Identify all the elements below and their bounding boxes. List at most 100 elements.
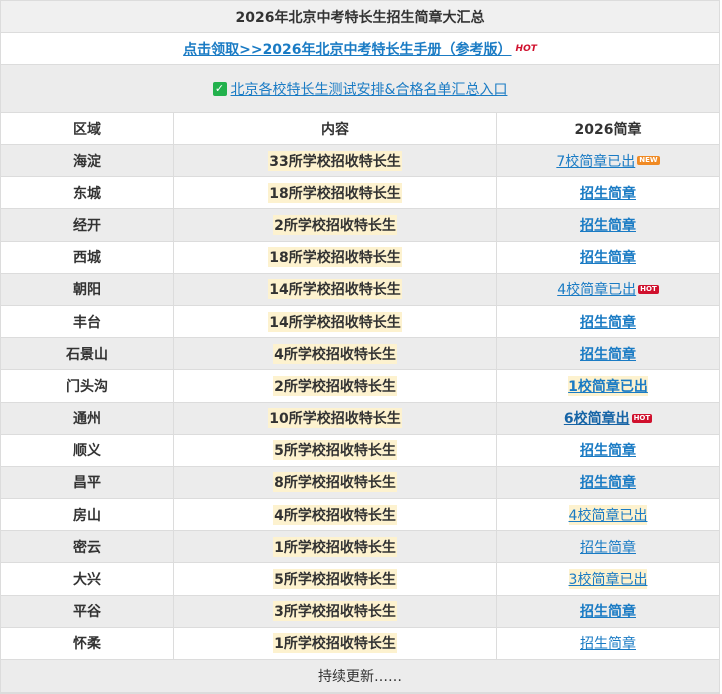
content-text: 18所学校招收特长生 — [268, 247, 402, 268]
test-schedule-entry-link[interactable]: 北京各校特长生测试安排&合格名单汇总入口 — [231, 79, 508, 99]
brochure-link[interactable]: 3校简章已出 — [568, 569, 648, 590]
header-content: 内容 — [174, 113, 497, 144]
brochure-cell: 招生简章 — [497, 209, 719, 240]
table-row: 通州 10所学校招收特长生 6校简章出 HOT — [1, 402, 719, 435]
brochure-cell: 3校简章已出 — [497, 563, 719, 594]
region-cell: 石景山 — [1, 338, 174, 370]
entry-row: ✓ 北京各校特长生测试安排&合格名单汇总入口 — [1, 65, 719, 113]
table-row: 昌平 8所学校招收特长生 招生简章 — [1, 466, 719, 500]
footer-text: 持续更新…… — [318, 669, 402, 685]
brochure-link[interactable]: 招生简章 — [580, 183, 636, 203]
check-square-icon: ✓ — [212, 81, 227, 96]
content-cell: 2所学校招收特长生 — [174, 209, 497, 241]
table-row: 平谷 3所学校招收特长生 招生简章 — [1, 595, 719, 628]
brochure-summary-table: 2026年北京中考特长生招生简章大汇总 点击领取>>2026年北京中考特长生手册… — [0, 0, 720, 694]
content-text: 14所学校招收特长生 — [268, 311, 402, 332]
header-region: 区域 — [1, 113, 174, 144]
content-cell: 3所学校招收特长生 — [174, 595, 497, 627]
table-header: 区域 内容 2026简章 — [1, 113, 719, 145]
content-text: 4所学校招收特长生 — [273, 504, 397, 525]
region-cell: 丰台 — [1, 305, 174, 338]
handbook-link[interactable]: 点击领取>>2026年北京中考特长生手册（参考版） — [183, 39, 511, 59]
footer: 持续更新…… — [1, 660, 719, 693]
table-row: 东城 18所学校招收特长生 招生简章 — [1, 177, 719, 210]
region-cell: 房山 — [1, 499, 174, 531]
content-text: 8所学校招收特长生 — [273, 472, 397, 493]
brochure-cell: 7校简章已出 NEW — [497, 145, 719, 176]
table-row: 海淀 33所学校招收特长生 7校简章已出 NEW — [1, 145, 719, 178]
region-cell: 经开 — [1, 209, 174, 241]
content-text: 2所学校招收特长生 — [273, 375, 397, 396]
page-title-text: 2026年北京中考特长生招生简章大汇总 — [235, 9, 485, 26]
table-row: 怀柔 1所学校招收特长生 招生简章 — [1, 627, 719, 660]
content-cell: 4所学校招收特长生 — [174, 338, 497, 370]
content-cell: 14所学校招收特长生 — [174, 305, 497, 338]
header-brochure: 2026简章 — [574, 121, 642, 138]
brochure-cell: 招生简章 — [497, 467, 719, 498]
region-cell: 昌平 — [1, 466, 174, 499]
brochure-cell: 1校简章已出 — [497, 370, 719, 401]
content-cell: 14所学校招收特长生 — [174, 273, 497, 305]
content-cell: 5所学校招收特长生 — [174, 434, 497, 466]
content-cell: 1所学校招收特长生 — [174, 627, 497, 659]
content-cell: 33所学校招收特长生 — [174, 145, 497, 177]
brochure-cell: 6校简章出 HOT — [497, 403, 719, 434]
brochure-link[interactable]: 招生简章 — [580, 344, 636, 364]
content-text: 5所学校招收特长生 — [273, 440, 397, 461]
content-text: 1所学校招收特长生 — [273, 536, 397, 557]
brochure-link[interactable]: 7校简章已出 — [556, 151, 635, 171]
table-row: 朝阳 14所学校招收特长生 4校简章已出 HOT — [1, 273, 719, 306]
brochure-cell: 招生简章 — [497, 435, 719, 466]
brochure-link[interactable]: 招生简章 — [580, 312, 636, 332]
region-cell: 密云 — [1, 531, 174, 563]
handbook-row: 点击领取>>2026年北京中考特长生手册（参考版） HOT — [1, 33, 719, 65]
brochure-cell: 招生简章 — [497, 306, 719, 337]
content-cell: 5所学校招收特长生 — [174, 563, 497, 595]
brochure-cell: 招生简章 — [497, 531, 719, 562]
table-body: 海淀 33所学校招收特长生 7校简章已出 NEW 东城 18所学校招收特长生 招生简章 经开 2… — [1, 145, 719, 660]
content-cell: 18所学校招收特长生 — [174, 241, 497, 273]
hot-badge: HOT — [638, 284, 659, 294]
hot-label: HOT — [515, 43, 537, 54]
table-row: 西城 18所学校招收特长生 招生简章 — [1, 241, 719, 274]
brochure-link[interactable]: 招生简章 — [580, 601, 636, 621]
brochure-link[interactable]: 招生简章 — [580, 247, 636, 267]
content-text: 14所学校招收特长生 — [268, 279, 402, 300]
content-text: 2所学校招收特长生 — [273, 214, 397, 235]
brochure-link[interactable]: 招生简章 — [580, 215, 636, 235]
region-cell: 顺义 — [1, 434, 174, 466]
content-cell: 1所学校招收特长生 — [174, 531, 497, 563]
brochure-cell: 4校简章已出 HOT — [497, 274, 719, 305]
new-badge: NEW — [637, 156, 660, 166]
content-text: 3所学校招收特长生 — [273, 601, 397, 622]
brochure-link[interactable]: 1校简章已出 — [568, 375, 648, 396]
content-text: 5所学校招收特长生 — [273, 569, 397, 590]
region-cell: 门头沟 — [1, 370, 174, 402]
brochure-link[interactable]: 6校简章出 — [564, 408, 630, 428]
brochure-cell: 招生简章 — [497, 338, 719, 369]
table-row: 石景山 4所学校招收特长生 招生简章 — [1, 338, 719, 371]
table-row: 大兴 5所学校招收特长生 3校简章已出 — [1, 563, 719, 596]
region-cell: 西城 — [1, 241, 174, 273]
brochure-link[interactable]: 4校简章已出 — [568, 504, 648, 525]
table-row: 顺义 5所学校招收特长生 招生简章 — [1, 434, 719, 467]
content-text: 1所学校招收特长生 — [273, 633, 397, 654]
region-cell: 通州 — [1, 402, 174, 434]
region-cell: 大兴 — [1, 563, 174, 595]
brochure-link[interactable]: 招生简章 — [580, 633, 636, 653]
table-row: 丰台 14所学校招收特长生 招生简章 — [1, 305, 719, 339]
table-row: 房山 4所学校招收特长生 4校简章已出 — [1, 499, 719, 532]
brochure-link[interactable]: 招生简章 — [580, 537, 636, 557]
brochure-cell: 招生简章 — [497, 628, 719, 659]
brochure-link[interactable]: 4校简章已出 — [557, 279, 636, 299]
content-cell: 4所学校招收特长生 — [174, 499, 497, 531]
content-text: 33所学校招收特长生 — [268, 150, 402, 171]
region-cell: 怀柔 — [1, 627, 174, 659]
content-cell: 8所学校招收特长生 — [174, 466, 497, 499]
brochure-link[interactable]: 招生简章 — [580, 472, 636, 492]
brochure-link[interactable]: 招生简章 — [580, 440, 636, 460]
table-row: 门头沟 2所学校招收特长生 1校简章已出 — [1, 370, 719, 403]
content-cell: 10所学校招收特长生 — [174, 402, 497, 434]
region-cell: 海淀 — [1, 145, 174, 177]
content-text: 4所学校招收特长生 — [273, 343, 397, 364]
